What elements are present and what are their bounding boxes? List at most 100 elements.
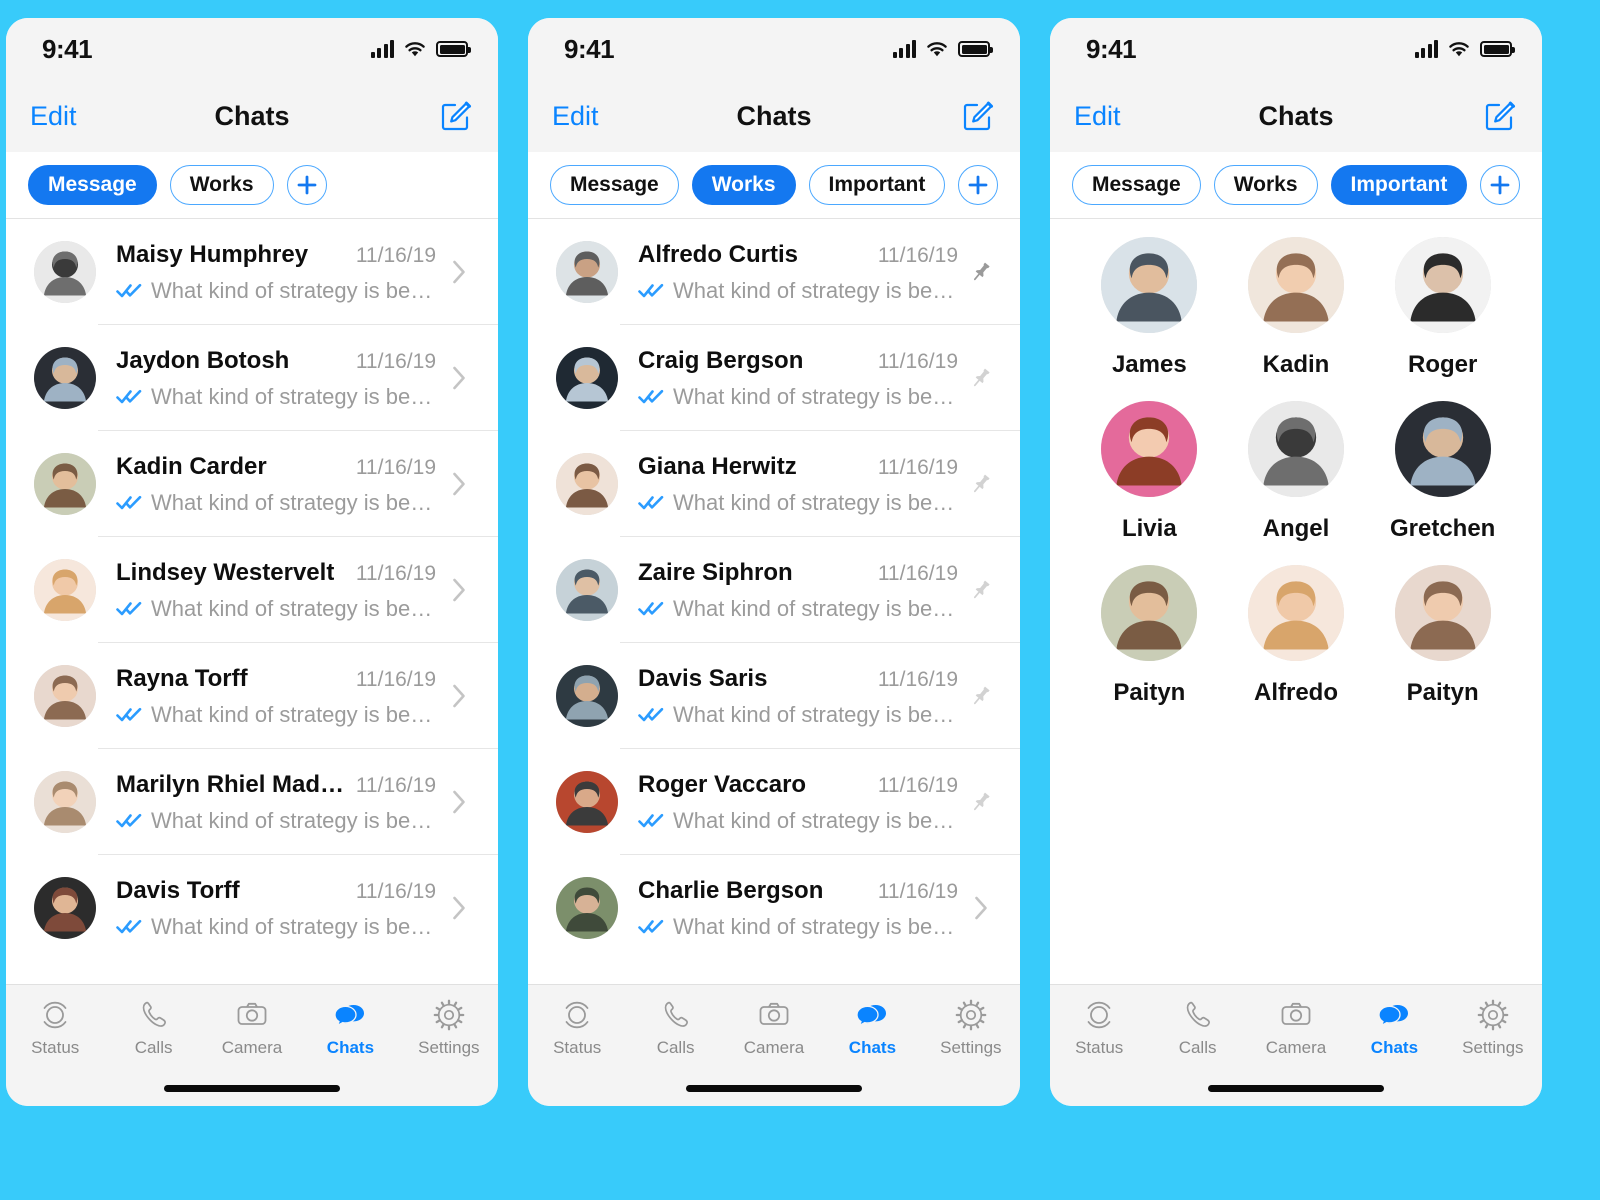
chat-list-item[interactable]: Roger Vaccaro 11/16/19 What kind of stra…: [528, 749, 1020, 855]
row-accessory[interactable]: [442, 790, 476, 814]
row-accessory[interactable]: [964, 260, 998, 284]
chat-item-preview-row: What kind of strategy is better?: [638, 596, 958, 622]
chat-list-item[interactable]: Lindsey Westervelt 11/16/19 What kind of…: [6, 537, 498, 643]
contact-grid-item[interactable]: Livia: [1076, 401, 1223, 543]
row-accessory[interactable]: [964, 684, 998, 708]
row-accessory[interactable]: [442, 684, 476, 708]
row-accessory[interactable]: [964, 366, 998, 390]
contact-grid-item[interactable]: Paityn: [1369, 565, 1516, 707]
avatar: [556, 453, 618, 515]
gear-icon: [433, 999, 465, 1030]
avatar-photo: [556, 453, 618, 515]
panel-works: 9:41 Edit Chats Message Works Important: [528, 18, 1020, 1106]
chat-item-preview-row: What kind of strategy is better?: [638, 384, 958, 410]
chevron-right-icon: [453, 578, 465, 602]
status-bar: 9:41: [6, 18, 498, 80]
tab-chats[interactable]: Chats: [823, 998, 921, 1058]
row-accessory[interactable]: [442, 578, 476, 602]
row-accessory[interactable]: [964, 790, 998, 814]
tab-status[interactable]: Status: [528, 998, 626, 1058]
filter-chip-works[interactable]: Works: [691, 165, 796, 205]
double-check-icon: [638, 283, 664, 298]
contact-grid-item[interactable]: Roger: [1369, 237, 1516, 379]
tab-settings[interactable]: Settings: [922, 998, 1020, 1058]
contact-grid-item[interactable]: Angel: [1223, 401, 1370, 543]
contact-name: Gretchen: [1389, 515, 1496, 542]
tab-chats[interactable]: Chats: [1345, 998, 1443, 1058]
tab-status[interactable]: Status: [1050, 998, 1148, 1058]
chat-list-item[interactable]: Alfredo Curtis 11/16/19 What kind of str…: [528, 219, 1020, 325]
tab-camera[interactable]: Camera: [203, 998, 301, 1058]
message-preview: What kind of strategy is better?: [151, 807, 436, 833]
tab-settings[interactable]: Settings: [400, 998, 498, 1058]
tab-settings[interactable]: Settings: [1444, 998, 1542, 1058]
panel-important: 9:41 Edit Chats Message Works Important Ja…: [1050, 18, 1542, 1106]
row-accessory[interactable]: [964, 578, 998, 602]
chat-list-item[interactable]: Craig Bergson 11/16/19 What kind of stra…: [528, 325, 1020, 431]
filter-chip-works[interactable]: Works: [1213, 165, 1318, 205]
chat-list-item[interactable]: Davis Torff 11/16/19 What kind of strate…: [6, 855, 498, 961]
chat-item-header: Rayna Torff 11/16/19: [116, 665, 436, 693]
chat-list-item[interactable]: Maisy Humphrey 11/16/19 What kind of str…: [6, 219, 498, 325]
add-filter-button[interactable]: [958, 165, 999, 205]
row-accessory[interactable]: [964, 472, 998, 496]
chat-item-preview-row: What kind of strategy is better?: [116, 278, 436, 304]
edit-button[interactable]: Edit: [1074, 101, 1121, 132]
filter-chip-message[interactable]: Message: [550, 165, 679, 205]
filter-chip-important[interactable]: Important: [808, 165, 946, 205]
chat-list-item[interactable]: Kadin Carder 11/16/19 What kind of strat…: [6, 431, 498, 537]
filter-chip-important[interactable]: Important: [1330, 165, 1468, 205]
tab-calls[interactable]: Calls: [104, 998, 202, 1058]
home-indicator[interactable]: [686, 1084, 862, 1092]
chevron-right-icon: [453, 684, 465, 708]
double-check-icon: [638, 389, 664, 404]
chat-list-item[interactable]: Charlie Bergson 11/16/19 What kind of st…: [528, 855, 1020, 961]
avatar: [1394, 565, 1491, 661]
contact-grid-item[interactable]: Alfredo: [1223, 565, 1370, 707]
row-accessory[interactable]: [442, 896, 476, 920]
chat-list-item[interactable]: Jaydon Botosh 11/16/19 What kind of stra…: [6, 325, 498, 431]
chat-list-item[interactable]: Rayna Torff 11/16/19 What kind of strate…: [6, 643, 498, 749]
contact-name: Lindsey Westervelt: [116, 558, 335, 586]
row-accessory[interactable]: [442, 472, 476, 496]
tab-camera[interactable]: Camera: [725, 998, 823, 1058]
message-preview: What kind of strategy is better?: [151, 489, 436, 515]
compose-button[interactable]: [1484, 100, 1516, 132]
compose-button[interactable]: [962, 100, 994, 132]
home-indicator[interactable]: [164, 1084, 340, 1092]
contact-grid-item[interactable]: Kadin: [1223, 237, 1370, 379]
tab-camera[interactable]: Camera: [1247, 998, 1345, 1058]
row-accessory[interactable]: [964, 896, 998, 920]
contact-name: Roger Vaccaro: [638, 770, 807, 798]
compose-button[interactable]: [440, 100, 472, 132]
contact-grid-item[interactable]: Paityn: [1076, 565, 1223, 707]
filter-chip-message[interactable]: Message: [1072, 165, 1201, 205]
chat-item-header: Kadin Carder 11/16/19: [116, 453, 436, 481]
filter-chip-message[interactable]: Message: [28, 165, 157, 205]
add-filter-button[interactable]: [1480, 165, 1521, 205]
avatar-photo: [1394, 565, 1491, 661]
contact-name: Paityn: [1406, 679, 1479, 706]
pin-icon: [973, 792, 990, 811]
home-indicator[interactable]: [1208, 1084, 1384, 1092]
chat-item-body: Davis Torff 11/16/19 What kind of strate…: [96, 877, 436, 940]
tab-status[interactable]: Status: [6, 998, 104, 1058]
add-filter-button[interactable]: [286, 165, 327, 205]
navigation-bar: Edit Chats: [6, 80, 498, 152]
filter-chip-works[interactable]: Works: [169, 165, 274, 205]
edit-button[interactable]: Edit: [30, 101, 77, 132]
tab-calls[interactable]: Calls: [1148, 998, 1246, 1058]
chat-list-item[interactable]: Zaire Siphron 11/16/19 What kind of stra…: [528, 537, 1020, 643]
edit-button[interactable]: Edit: [552, 101, 599, 132]
chat-list-item[interactable]: Giana Herwitz 11/16/19 What kind of stra…: [528, 431, 1020, 537]
tab-chats[interactable]: Chats: [301, 998, 399, 1058]
contact-grid-item[interactable]: James: [1076, 237, 1223, 379]
tab-calls[interactable]: Calls: [626, 998, 724, 1058]
contact-grid-item[interactable]: Gretchen: [1369, 401, 1516, 543]
row-accessory[interactable]: [442, 366, 476, 390]
chat-list-item[interactable]: Marilyn Rhiel Madsen 11/16/19 What kind …: [6, 749, 498, 855]
chat-bubbles-icon: [856, 1004, 887, 1027]
chat-list-item[interactable]: Davis Saris 11/16/19 What kind of strate…: [528, 643, 1020, 749]
row-accessory[interactable]: [442, 260, 476, 284]
status-time: 9:41: [1086, 33, 1137, 64]
